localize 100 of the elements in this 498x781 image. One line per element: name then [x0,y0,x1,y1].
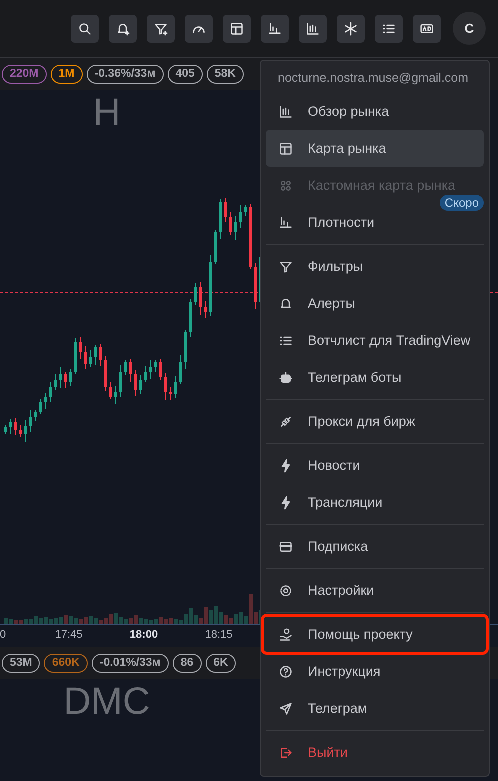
lightning-icon [279,496,293,510]
menu-item[interactable]: Настройки [266,572,484,609]
candle [179,354,182,384]
bell-plus-icon [116,22,130,36]
stat-chip: -0.01%/33м [92,654,169,672]
toolbar-button[interactable] [337,14,365,42]
filter-plus-icon [154,22,168,36]
menu-item[interactable]: Инструкция [266,653,484,690]
candle [44,392,47,410]
toolbar-button[interactable] [223,14,251,42]
stat-chip: 220M [2,64,47,84]
avatar-button[interactable]: C [453,12,486,45]
account-email: nocturne.nostra.muse@gmail.com [277,70,470,87]
toolbar-button[interactable] [299,14,327,42]
candle [134,370,137,396]
menu-item[interactable]: Трансляции [266,484,484,521]
send-icon [279,702,293,716]
bell-icon [279,296,293,310]
candle [204,300,207,318]
stat-chip: 53M [2,654,40,672]
candle [194,282,197,306]
settings-icon [279,584,293,598]
candle [94,344,97,366]
menu-item[interactable]: Выйти [266,734,484,771]
menu-item[interactable]: Телеграм [266,690,484,727]
grid-icon [279,178,293,192]
candle [214,230,217,264]
menu-item[interactable]: Телеграм боты [266,359,484,396]
lightning-icon [279,458,293,472]
candle [69,368,72,386]
candle [149,360,152,380]
candle [184,330,187,370]
candle [234,216,237,240]
ticker-label: H [92,92,122,135]
stat-chip: 660K [44,654,88,672]
search-icon [78,22,92,36]
filter-icon [279,260,293,274]
menu-item[interactable]: Новости [266,447,484,484]
candle [199,282,202,316]
stat-chip: 58K [206,64,244,84]
candle [229,212,232,236]
chart-icon [279,104,293,118]
toolbar-button[interactable] [261,14,289,42]
menu-item[interactable]: Помощь проекту [263,616,487,653]
menu-item[interactable]: Фильтры [266,248,484,285]
plug-icon [279,414,293,428]
card-icon [279,540,293,554]
layout-icon [279,142,293,156]
toolbar-button[interactable] [109,14,137,42]
menu-item[interactable]: Прокси для бирж [266,403,484,440]
candle [249,204,252,270]
menu-item[interactable]: Карта рынка [266,130,484,167]
candle [119,364,122,398]
candle [99,344,102,366]
ad-icon [420,22,434,36]
toolbar-button[interactable] [375,14,403,42]
help-icon [279,664,293,678]
stat-chip: -0.36%/33м [86,64,164,84]
candle [139,374,142,394]
candle [59,366,62,388]
time-label: 18:00 [130,629,158,641]
candle [14,418,17,436]
candle [174,376,177,398]
candle [79,336,82,360]
time-label: 0 [0,629,6,641]
candle [154,360,157,372]
ticker-label: DMC [62,681,152,724]
time-label: 17:45 [55,629,83,641]
menu-item[interactable]: Вотчлист для TradingView [266,322,484,359]
candle [4,424,7,434]
candle [254,262,257,310]
stat-chip: 405 [168,64,203,84]
candle [239,204,242,228]
candle [169,386,172,400]
candle [104,356,107,392]
candle [224,198,227,222]
candle [89,350,92,368]
menu-item[interactable]: Обзор рынка [266,93,484,130]
stat-chip: 86 [172,654,202,672]
candle [209,254,212,316]
candle [244,204,247,216]
candle [24,420,27,442]
logout-icon [279,746,293,760]
toolbar-button[interactable] [185,14,213,42]
candle [124,360,127,376]
toolbar-button[interactable] [413,14,441,42]
candle [49,382,52,402]
stat-chip: 6K [206,654,236,672]
candle [29,410,32,432]
menu-item[interactable]: Подписка [266,528,484,565]
robot-icon [279,370,293,384]
toolbar-button[interactable] [71,14,99,42]
candle [39,398,42,414]
candle [74,338,77,374]
menu-item[interactable]: Алерты [266,285,484,322]
toolbar-button[interactable] [147,14,175,42]
candle [64,372,67,388]
candle [159,358,162,380]
candle [114,386,117,404]
soon-badge: Скоро [440,195,484,211]
